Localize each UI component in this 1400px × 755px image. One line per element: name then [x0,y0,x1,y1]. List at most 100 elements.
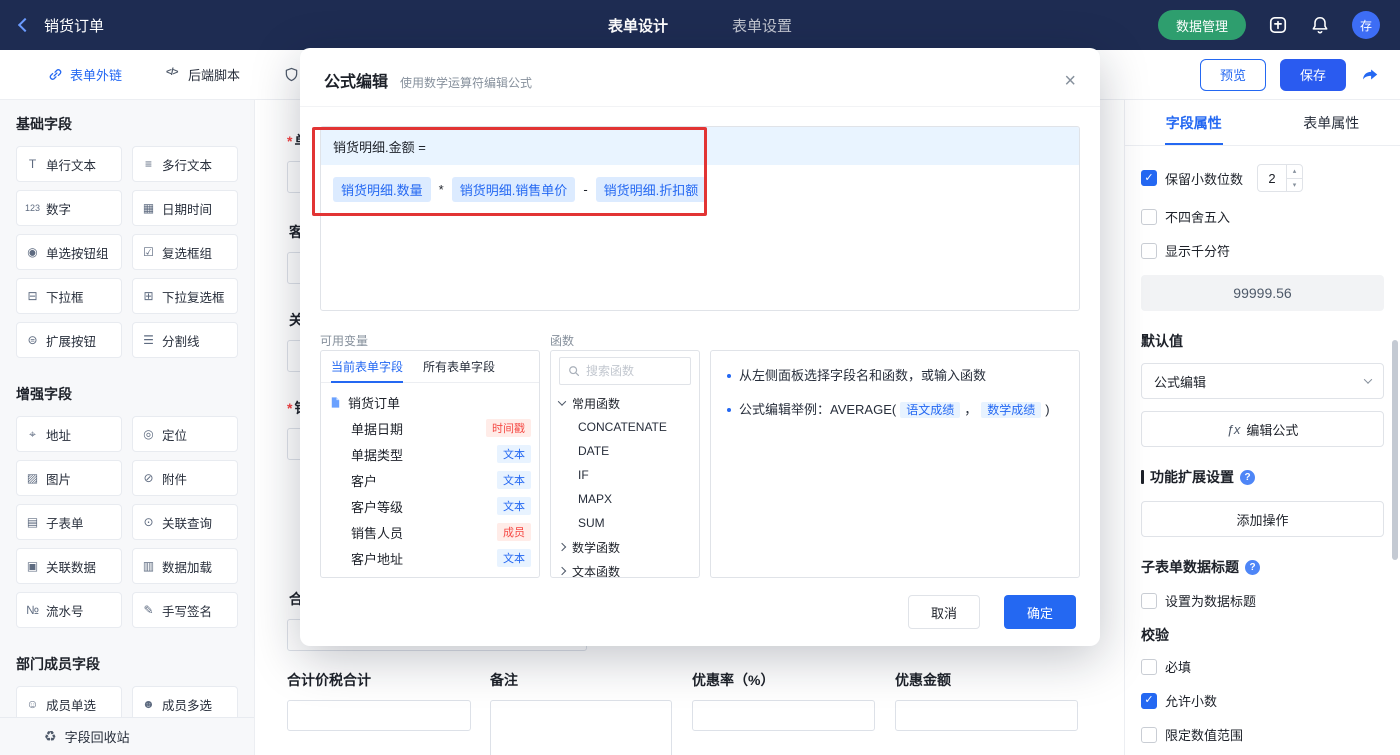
save-button[interactable]: 保存 [1280,58,1346,91]
chip-grid: T 单行文本 ≡ 多行文本 123 数字 ▦ 日期时间 ◉ 单选按钮组 ☑ 复选框组 ⊟ 下拉… [16,146,238,358]
field-item-subform[interactable]: ▤ 子表单 [16,504,122,540]
checkbox-allow-decimal[interactable] [1141,692,1157,709]
function-search-input[interactable] [586,364,682,378]
field-item-signature[interactable]: ✎ 手写签名 [132,592,238,628]
help-line-2: 公式编辑举例：AVERAGE(语文成绩，数学成绩) [727,399,1063,421]
function-group-math[interactable]: 数学函数 [557,535,691,559]
variable-row[interactable]: 单据日期 时间戳 [329,415,531,441]
stepper-up-icon[interactable] [1287,165,1302,178]
tree-root-sales-order[interactable]: 销货订单 [329,389,531,415]
example-field-tag: 语文成绩 [900,402,961,418]
modal-footer: 取消 确定 [300,578,1100,646]
toolbar-item-external-link[interactable]: 表单外链 [48,65,122,84]
share-icon[interactable] [1360,65,1380,85]
properties-body: 保留小数位数 2 不四舍五入 显示千分符 99999.56 默认值 [1125,146,1400,744]
field-item-location[interactable]: ◎ 定位 [132,416,238,452]
checkbox-keep-decimal[interactable] [1141,170,1157,186]
function-item[interactable]: DATE [559,439,691,463]
cancel-button[interactable]: 取消 [908,595,980,629]
variable-row[interactable]: 客户 文本 [329,467,531,493]
canvas-field-input[interactable] [692,700,875,731]
tab-current-form-fields[interactable]: 当前表单字段 [321,351,413,383]
checkbox-thousand-separator[interactable] [1141,242,1157,259]
function-group-common[interactable]: 常用函数 [557,391,691,415]
field-label: 单选按钮组 [46,246,109,261]
data-manage-button[interactable]: 数据管理 [1157,10,1246,40]
field-label: 数据加载 [162,560,213,575]
field-item-multi-dropdown[interactable]: ⊞ 下拉复选框 [132,278,238,314]
function-item[interactable]: MAPX [559,487,691,511]
field-item-single-line-text[interactable]: T 单行文本 [16,146,122,182]
checkbox-set-data-title[interactable] [1141,592,1157,609]
field-item-dropdown[interactable]: ⊟ 下拉框 [16,278,122,314]
bell-icon[interactable] [1310,15,1330,35]
add-action-button[interactable]: 添加操作 [1141,501,1384,537]
edit-formula-label: 编辑公式 [1246,422,1299,438]
tab-all-form-fields[interactable]: 所有表单字段 [413,351,505,382]
field-item-divider[interactable]: ☰ 分割线 [132,322,238,358]
field-item-address[interactable]: ⌖ 地址 [16,416,122,452]
field-item-extend-button[interactable]: ⊜ 扩展按钮 [16,322,122,358]
topbar-left: 销货订单 [17,15,104,36]
formula-operator: * [438,182,444,197]
checkbox-icon: ☑ [143,245,154,259]
tab-field-properties[interactable]: 字段属性 [1125,100,1263,145]
stepper-value[interactable]: 2 [1258,165,1286,191]
tab-form-design[interactable]: 表单设计 [608,15,668,36]
variable-row[interactable]: 单据类型 文本 [329,441,531,467]
field-item-serial-number[interactable]: № 流水号 [16,592,122,628]
formula-field-token[interactable]: 销货明细.折扣额 [595,177,707,202]
option-label: 保留小数位数 [1165,171,1244,187]
function-group-text[interactable]: 文本函数 [557,559,691,577]
field-item-linked-data[interactable]: ▣ 关联数据 [16,548,122,584]
canvas-field-remark: 备注 [490,670,672,755]
checkbox-required[interactable] [1141,658,1157,675]
apps-icon[interactable] [1268,15,1288,35]
back-icon[interactable] [17,17,33,33]
tab-form-settings[interactable]: 表单设置 [732,15,792,36]
formula-field-token[interactable]: 销货明细.数量 [333,177,431,202]
properties-panel: 字段属性 表单属性 保留小数位数 2 不四舍五入 [1124,100,1400,755]
bullet-dot [727,374,731,378]
avatar[interactable]: 存 [1352,11,1380,39]
field-item-multi-line-text[interactable]: ≡ 多行文本 [132,146,238,182]
field-item-image[interactable]: ▨ 图片 [16,460,122,496]
edit-formula-button[interactable]: ƒx 编辑公式 [1141,411,1384,447]
field-item-datetime[interactable]: ▦ 日期时间 [132,190,238,226]
scrollbar-thumb[interactable] [1392,340,1398,560]
formula-editor[interactable]: 销货明细.金额 = 销货明细.数量 * 销货明细.销售单价 - 销货明细.折扣额 [320,126,1080,311]
help-icon[interactable]: ? [1245,559,1260,575]
checkbox-limit-range[interactable] [1141,726,1157,743]
canvas-field-textarea[interactable] [490,700,672,755]
variable-row[interactable]: 客户地址 文本 [329,545,531,571]
field-recycle-bin[interactable]: ♻ 字段回收站 [0,717,254,755]
variable-row[interactable]: 销售人员 成员 [329,519,531,545]
function-item[interactable]: SUM [559,511,691,535]
field-item-data-load[interactable]: ▥ 数据加载 [132,548,238,584]
confirm-button[interactable]: 确定 [1004,595,1076,629]
canvas-field-input[interactable] [895,700,1078,731]
toolbar-item-backend-script[interactable]: </> 后端脚本 [166,65,240,84]
topbar: 销货订单 表单设计 表单设置 数据管理 存 [0,0,1400,50]
field-item-radio-group[interactable]: ◉ 单选按钮组 [16,234,122,270]
function-item[interactable]: IF [559,463,691,487]
field-item-attachment[interactable]: ⊘ 附件 [132,460,238,496]
variable-row[interactable]: 客户等级 文本 [329,493,531,519]
field-label: 子表单 [46,516,84,531]
tab-form-properties[interactable]: 表单属性 [1263,100,1400,145]
canvas-field-input[interactable] [287,700,471,731]
field-item-checkbox-group[interactable]: ☑ 复选框组 [132,234,238,270]
close-icon[interactable]: × [1064,71,1076,91]
help-icon[interactable]: ? [1240,469,1255,485]
option-keep-decimal: 保留小数位数 2 [1141,164,1384,192]
field-item-number[interactable]: 123 数字 [16,190,122,226]
checkbox-no-rounding[interactable] [1141,208,1157,225]
function-item[interactable]: CONCATENATE [559,415,691,439]
stepper-down-icon[interactable] [1287,177,1303,192]
formula-field-token[interactable]: 销货明细.销售单价 [451,177,576,202]
field-item-linked-query[interactable]: ⊙ 关联查询 [132,504,238,540]
text-icon: T [28,157,37,171]
default-value-select[interactable]: 公式编辑 [1141,363,1384,399]
variables-tabs: 当前表单字段 所有表单字段 [321,351,539,383]
preview-button[interactable]: 预览 [1200,58,1266,91]
